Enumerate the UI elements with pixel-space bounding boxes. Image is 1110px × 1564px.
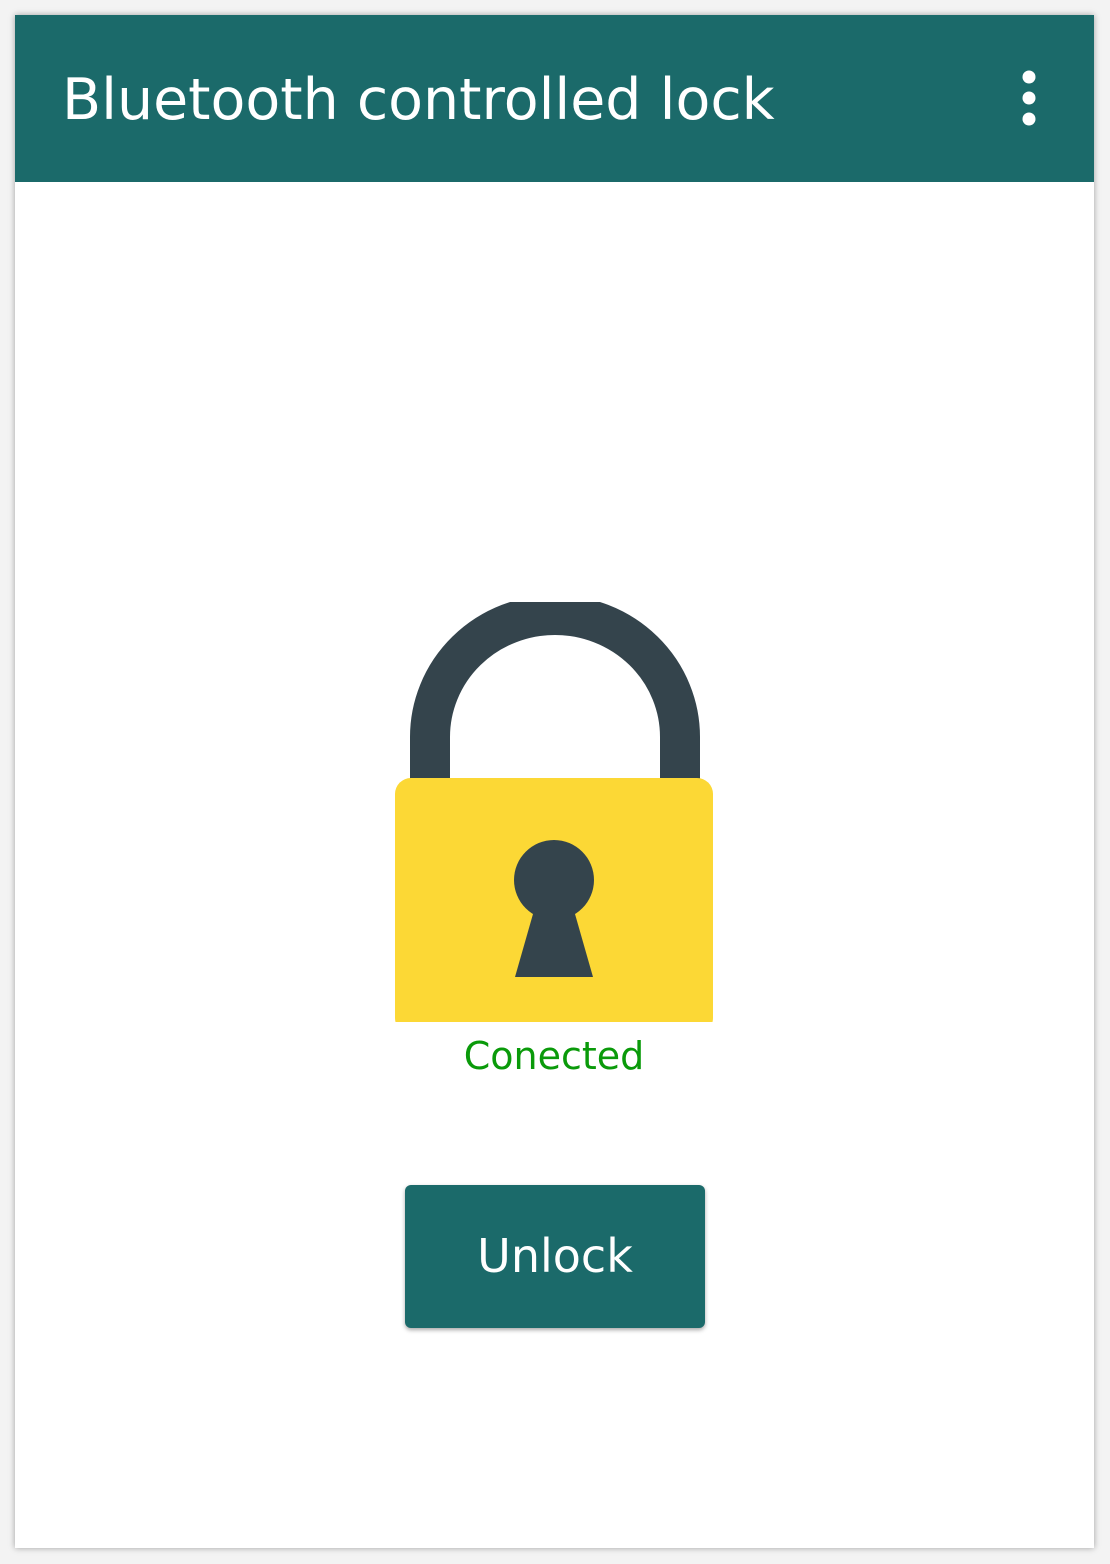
app-bar: Bluetooth controlled lock: [15, 15, 1094, 182]
main-content: Conected Unlock: [15, 182, 1094, 1548]
unlock-button[interactable]: Unlock: [405, 1185, 705, 1328]
connection-status: Conected: [463, 1034, 645, 1078]
more-vert-icon[interactable]: [1005, 67, 1053, 131]
app-screen: Bluetooth controlled lock Conected Unloc…: [15, 15, 1094, 1548]
padlock-icon: [395, 595, 715, 1034]
app-title: Bluetooth controlled lock: [62, 67, 775, 133]
